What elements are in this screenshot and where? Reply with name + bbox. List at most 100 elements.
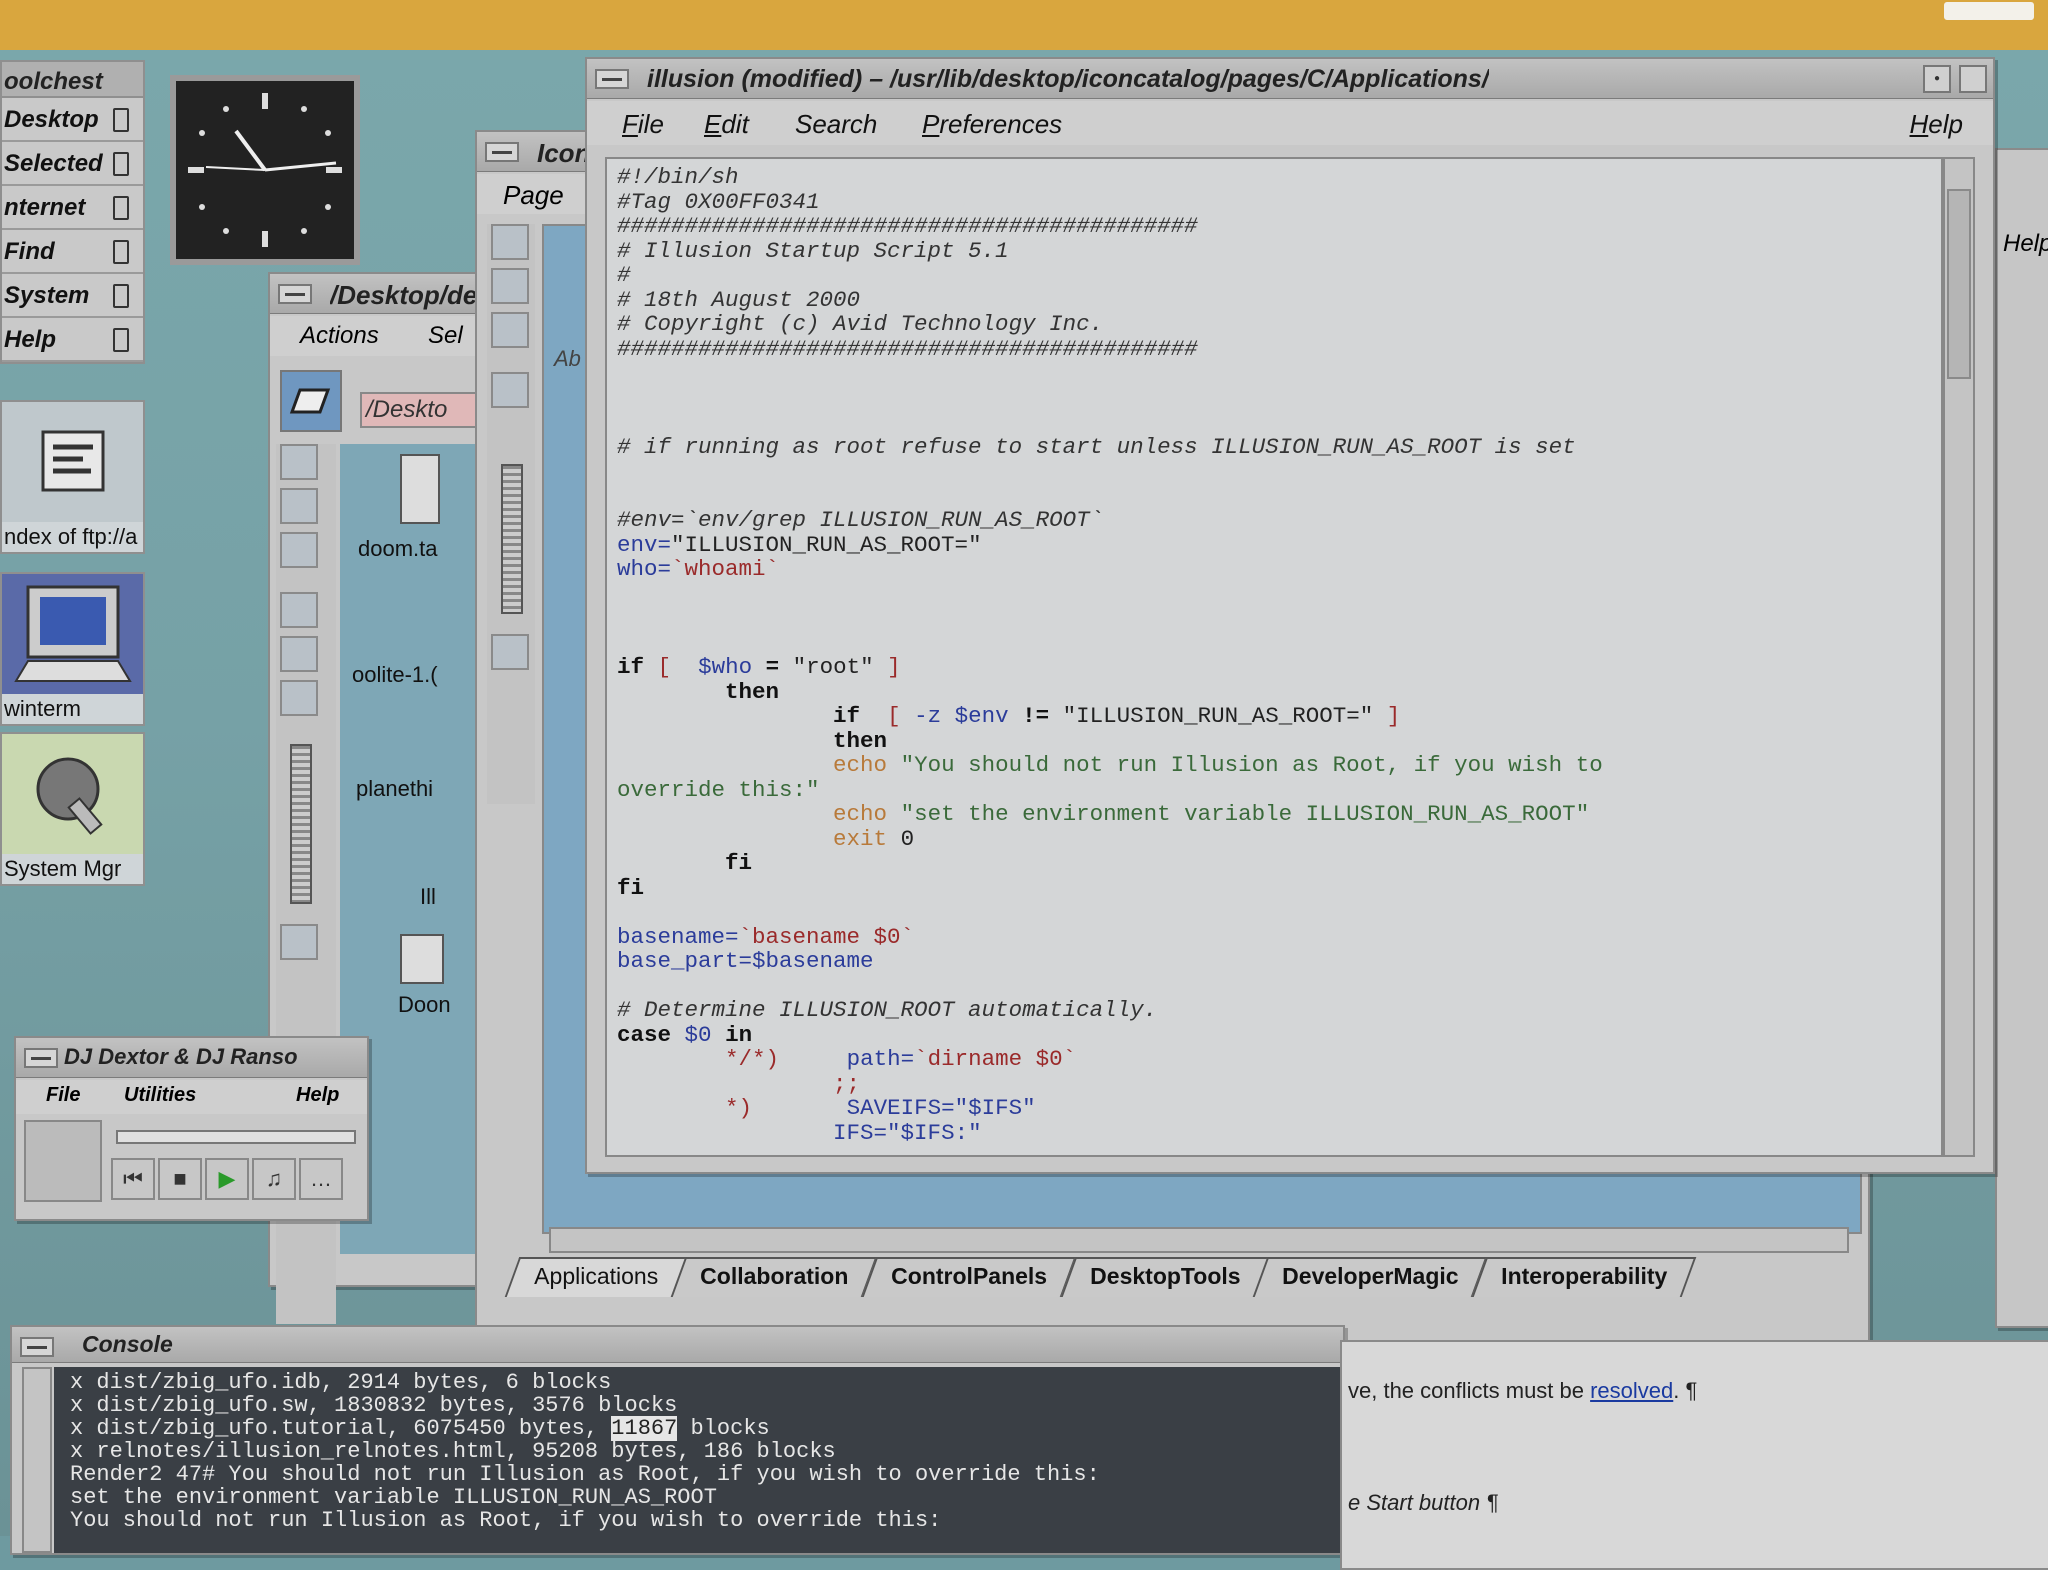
menu-actions[interactable]: Actions — [300, 322, 379, 350]
icon-view-button[interactable] — [491, 224, 529, 260]
menu-file[interactable]: File — [622, 109, 664, 140]
window-menu-button[interactable] — [278, 284, 312, 304]
console-line: blocks — [677, 1416, 770, 1441]
window-menu-button[interactable] — [595, 69, 629, 89]
tab-applications[interactable]: Applications — [504, 1257, 688, 1297]
audio-player-window: DJ Dextor & DJ Ranso File Utilities Help… — [14, 1036, 369, 1221]
scrollbar-thumb[interactable] — [1947, 189, 1971, 379]
zoom-reset-button[interactable] — [491, 634, 529, 670]
archive-file-icon[interactable] — [400, 454, 440, 524]
desktop-icon-ftp-index[interactable]: ndex of ftp://a — [0, 400, 145, 554]
list-view-button[interactable] — [491, 268, 529, 304]
window-title: DJ Dextor & DJ Ranso — [64, 1044, 298, 1069]
face-icon[interactable] — [491, 372, 529, 408]
file-label[interactable]: planethi — [356, 776, 433, 802]
window-menu-button[interactable] — [24, 1048, 58, 1068]
file-label[interactable]: Ill — [420, 884, 436, 910]
monitor-bezel — [0, 0, 2048, 50]
vertical-scrollbar[interactable] — [1943, 157, 1975, 1157]
toolchest-item-desktop[interactable]: Desktop — [2, 98, 143, 142]
console-line: x dist/zbig_ufo.sw, 1830832 bytes, 3576 … — [70, 1393, 678, 1418]
console-line: Render2 47# You should not run Illusion … — [70, 1462, 1100, 1487]
folder-icon[interactable] — [280, 370, 342, 432]
toolchest-item-find[interactable]: Find — [2, 230, 143, 274]
vertical-scrollbar[interactable] — [22, 1367, 52, 1553]
eject-button[interactable]: … — [299, 1158, 343, 1200]
folder-icon[interactable] — [400, 934, 444, 984]
previous-track-button[interactable]: ⏮ — [111, 1158, 155, 1200]
maximize-button[interactable] — [1959, 65, 1987, 93]
menu-help[interactable]: Help — [296, 1084, 339, 1107]
drawer-icon — [113, 108, 129, 132]
tab-collaboration[interactable]: Collaboration — [671, 1257, 878, 1297]
console-selection: 11867 — [611, 1416, 678, 1441]
menubar: File Edit Search Preferences Help — [587, 101, 1993, 145]
menu-edit[interactable]: Edit — [704, 109, 749, 140]
minimize-button[interactable]: ● — [1923, 65, 1951, 93]
face-icon[interactable] — [280, 592, 318, 628]
desktop-icon-label: winterm — [2, 694, 143, 724]
window-menu-button[interactable] — [20, 1337, 54, 1357]
cd-player-icon — [24, 1120, 102, 1202]
toolchest-item-system[interactable]: System — [2, 274, 143, 318]
list-view-button[interactable] — [280, 488, 318, 524]
system-manager-key-icon — [2, 734, 143, 854]
menu-help[interactable]: Help — [1910, 109, 1963, 140]
window-menu-button[interactable] — [485, 142, 519, 162]
drawer-icon — [113, 240, 129, 264]
console-output[interactable]: x dist/zbig_ufo.idb, 2914 bytes, 6 block… — [54, 1367, 1343, 1553]
tab-developermagic[interactable]: DeveloperMagic — [1253, 1257, 1489, 1297]
toolchest-item-label: Help — [4, 326, 57, 353]
zoom-slider[interactable] — [290, 744, 312, 904]
stop-button[interactable]: ■ — [158, 1158, 202, 1200]
menubar: File Utilities Help — [16, 1080, 367, 1114]
toolchest-item-internet[interactable]: nternet — [2, 186, 143, 230]
menu-page[interactable]: Page — [503, 180, 564, 211]
arrange-icon[interactable] — [280, 636, 318, 672]
menu-selected[interactable]: Sel — [428, 322, 463, 350]
clock-widget[interactable] — [170, 75, 360, 265]
file-label[interactable]: oolite-1.( — [352, 662, 438, 688]
tab-controlpanels[interactable]: ControlPanels — [861, 1257, 1077, 1297]
column-view-button[interactable] — [280, 532, 318, 568]
editor-text-area[interactable]: #!/bin/sh #Tag 0X00FF0341 ##############… — [605, 157, 1943, 1157]
window-title: /Desktop/de — [330, 280, 478, 310]
desktop-icon-label: ndex of ftp://a — [2, 522, 143, 552]
pane-text: Ab — [554, 346, 581, 371]
menu-preferences[interactable]: Preferences — [922, 109, 1062, 140]
page-tabs: Applications Collaboration ControlPanels… — [504, 1257, 1697, 1301]
toolchest-item-help[interactable]: Help — [2, 318, 143, 362]
menu-file[interactable]: File — [46, 1084, 80, 1107]
drawer-icon — [113, 196, 129, 220]
partial-window-right: Help — [1995, 148, 2048, 1328]
drawer-icon — [113, 152, 129, 176]
icon-view-button[interactable] — [280, 444, 318, 480]
toolchest-item-label: nternet — [4, 194, 86, 221]
track-position-slider[interactable] — [116, 1130, 356, 1144]
menu-help[interactable]: Help — [2003, 230, 2048, 258]
resolved-link[interactable]: resolved — [1590, 1378, 1673, 1403]
search-icon[interactable] — [280, 680, 318, 716]
horizontal-scrollbar[interactable] — [549, 1227, 1849, 1253]
tab-desktoptools[interactable]: DesktopTools — [1060, 1257, 1270, 1297]
column-view-button[interactable] — [491, 312, 529, 348]
file-label[interactable]: doom.ta — [358, 536, 438, 562]
zoom-slider[interactable] — [501, 464, 523, 614]
view-sidebar — [487, 224, 535, 804]
menu-utilities[interactable]: Utilities — [124, 1084, 196, 1107]
zoom-reset-button[interactable] — [280, 924, 318, 960]
tab-interoperability[interactable]: Interoperability — [1471, 1257, 1697, 1297]
play-button[interactable]: ▶ — [205, 1158, 249, 1200]
console-line: x dist/zbig_ufo.tutorial, 6075450 bytes, — [70, 1416, 612, 1441]
toolchest-item-selected[interactable]: Selected — [2, 142, 143, 186]
volume-icon[interactable]: ♫ — [252, 1158, 296, 1200]
file-label[interactable]: Doon — [398, 992, 451, 1018]
console-line: set the environment variable ILLUSION_RU… — [70, 1485, 717, 1510]
titlebar[interactable]: DJ Dextor & DJ Ranso — [16, 1038, 367, 1078]
menu-search[interactable]: Search — [795, 109, 877, 140]
desktop-icon-winterm[interactable]: winterm — [0, 572, 145, 726]
desktop-icon-system-mgr[interactable]: System Mgr — [0, 732, 145, 886]
titlebar[interactable]: illusion (modified) – /usr/lib/desktop/i… — [587, 59, 1993, 99]
console-window: Console x dist/zbig_ufo.idb, 2914 bytes,… — [10, 1325, 1345, 1555]
titlebar[interactable]: Console — [12, 1327, 1343, 1363]
